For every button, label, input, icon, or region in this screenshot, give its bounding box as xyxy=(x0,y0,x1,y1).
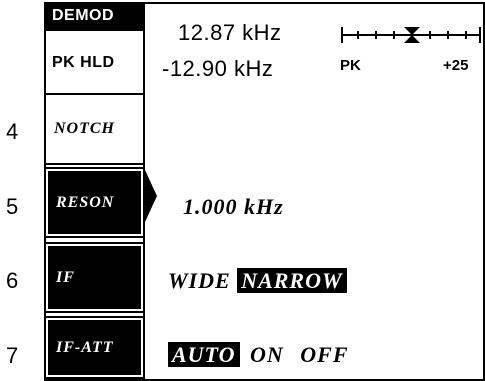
if-att-option-auto[interactable]: AUTO xyxy=(168,342,240,367)
meter-scale xyxy=(341,27,481,43)
if-bandwidth-options: WIDE NARROW xyxy=(168,268,347,294)
demod-status: DEMOD xyxy=(46,4,143,31)
if-att-option-off[interactable]: OFF xyxy=(300,342,348,367)
softkey-if-att[interactable]: IF-ATT xyxy=(44,316,145,379)
frequency-readout-1: 12.87 kHz xyxy=(178,20,282,45)
softkey-if[interactable]: IF xyxy=(44,242,145,313)
active-pointer-icon xyxy=(145,170,157,222)
if-att-options: AUTO ON OFF xyxy=(168,342,349,368)
meter-left-label: PK xyxy=(340,57,361,74)
meter-right-label: +25 xyxy=(443,57,469,74)
if-att-option-on[interactable]: ON xyxy=(250,342,284,367)
softkey-6-number: 6 xyxy=(6,268,19,293)
frequency-readout-2: -12.90 kHz xyxy=(162,56,274,81)
reson-value[interactable]: 1.000 kHz xyxy=(183,194,284,220)
softkey-7-number: 7 xyxy=(6,343,19,368)
softkey-reson[interactable]: RESON xyxy=(44,167,145,238)
softkey-notch[interactable]: NOTCH xyxy=(46,95,143,165)
pk-hld-status: PK HLD xyxy=(52,54,115,71)
if-option-narrow[interactable]: NARROW xyxy=(237,268,347,293)
softkey-4-number: 4 xyxy=(6,119,19,144)
if-option-wide[interactable]: WIDE xyxy=(168,268,231,293)
softkey-5-number: 5 xyxy=(6,194,19,219)
